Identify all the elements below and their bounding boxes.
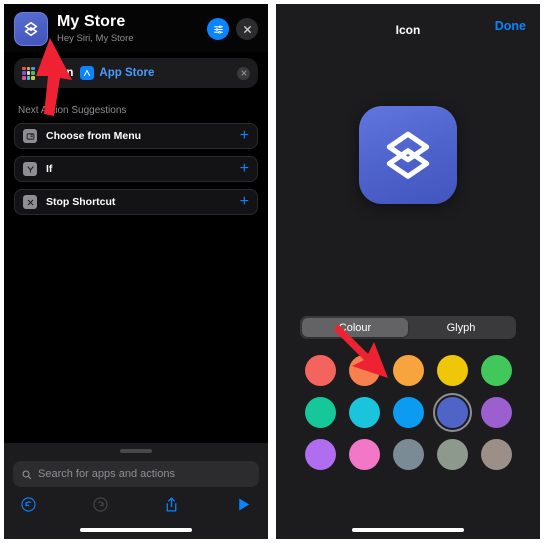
colour-swatch-green-grey[interactable] <box>436 439 468 470</box>
icon-picker-header: Icon Done <box>276 4 540 48</box>
home-indicator <box>352 528 464 532</box>
tab-glyph[interactable]: Glyph <box>408 318 514 337</box>
colour-swatch-pink[interactable] <box>348 439 380 470</box>
if-icon <box>23 162 37 176</box>
shortcut-app-icon[interactable] <box>14 12 48 46</box>
colour-swatch-yellow[interactable] <box>436 355 468 386</box>
app-store-a-icon <box>84 70 91 76</box>
suggestions-heading: Next Action Suggestions <box>18 105 127 116</box>
colour-swatch-green[interactable] <box>480 355 512 386</box>
add-action-button[interactable]: + <box>240 128 249 144</box>
colour-swatch-red[interactable] <box>304 355 336 386</box>
editor-bottom-bar: Search for apps and actions <box>4 443 268 539</box>
colour-swatch-blue[interactable] <box>392 397 424 428</box>
colour-swatch-violet[interactable] <box>304 439 336 470</box>
list-item-label: Stop Shortcut <box>46 196 116 208</box>
siri-phrase: Hey Siri, My Store <box>57 32 134 44</box>
app-store-icon <box>80 66 95 80</box>
add-action-button[interactable]: + <box>240 161 249 177</box>
add-action-button[interactable]: + <box>240 194 249 210</box>
shortcut-settings-button[interactable] <box>207 18 229 40</box>
colour-swatch-indigo[interactable] <box>432 393 472 432</box>
x-glyph <box>27 199 33 205</box>
app-grid-icon <box>22 66 35 80</box>
shortcut-name: My Store <box>57 13 126 31</box>
page-title: Icon <box>395 23 421 37</box>
menu-icon <box>23 129 37 143</box>
run-button[interactable] <box>235 496 252 518</box>
search-placeholder: Search for apps and actions <box>38 468 175 480</box>
action-row-open-app-store[interactable]: Open App Store <box>14 58 258 88</box>
list-item[interactable]: Stop Shortcut + <box>14 189 258 215</box>
redo-button <box>92 496 109 518</box>
shortcut-header: My Store Hey Siri, My Store <box>4 4 268 52</box>
tab-colour[interactable]: Colour <box>302 318 408 337</box>
search-input[interactable]: Search for apps and actions <box>13 461 259 487</box>
list-item-label: Choose from Menu <box>46 130 142 142</box>
menu-glyph <box>26 132 34 140</box>
shortcut-title-block: My Store Hey Siri, My Store <box>57 13 207 44</box>
stacked-layers-icon <box>24 21 38 37</box>
icon-preview-area <box>276 106 540 204</box>
colour-swatch-teal-green[interactable] <box>304 397 336 428</box>
colour-swatch-grid <box>298 355 518 470</box>
done-button[interactable]: Done <box>495 19 526 33</box>
action-verb: Open <box>44 67 74 79</box>
share-button[interactable] <box>163 496 180 518</box>
colour-swatch-orange[interactable] <box>348 355 380 386</box>
stop-icon <box>23 195 37 209</box>
remove-action-button[interactable] <box>237 66 250 80</box>
comparison-screens: My Store Hey Siri, My Store Open App Sto… <box>0 0 544 543</box>
action-target[interactable]: App Store <box>99 67 154 79</box>
colour-swatch-purple[interactable] <box>480 397 512 428</box>
home-indicator-area <box>276 528 540 532</box>
colour-swatch-blue-grey[interactable] <box>392 439 424 470</box>
icon-picker-tabs: Colour Glyph <box>300 316 516 339</box>
colour-swatch-cyan[interactable] <box>348 397 380 428</box>
branch-glyph <box>26 165 34 173</box>
colour-swatch-taupe[interactable] <box>480 439 512 470</box>
list-item[interactable]: If + <box>14 156 258 182</box>
sliders-icon <box>213 24 223 34</box>
undo-icon <box>21 497 36 512</box>
stacked-layers-icon <box>386 131 430 179</box>
icon-picker-screen: Icon Done Colour Glyph <box>276 4 540 539</box>
play-icon <box>239 498 250 511</box>
list-item-label: If <box>46 163 53 175</box>
close-icon <box>243 25 251 33</box>
list-item[interactable]: Choose from Menu + <box>14 123 258 149</box>
shortcut-editor-screen: My Store Hey Siri, My Store Open App Sto… <box>4 4 268 539</box>
colour-swatch-amber[interactable] <box>392 355 424 386</box>
icon-preview <box>359 106 457 204</box>
close-button[interactable] <box>236 18 258 40</box>
search-icon <box>22 470 32 479</box>
home-indicator <box>80 528 192 532</box>
sheet-grabber[interactable] <box>120 449 152 453</box>
share-icon <box>166 497 177 512</box>
redo-icon <box>93 497 108 512</box>
close-icon <box>240 70 247 76</box>
undo-button[interactable] <box>20 496 37 518</box>
editor-toolbar <box>4 487 268 524</box>
